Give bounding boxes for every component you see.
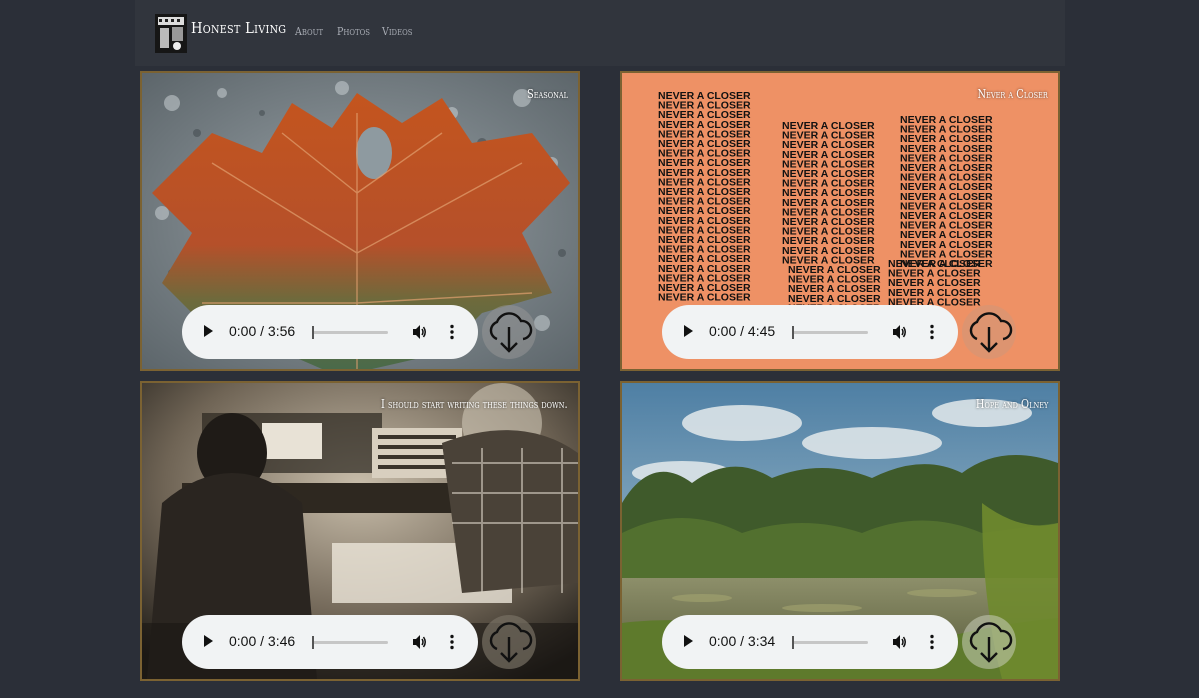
progress-thumb[interactable] (312, 326, 314, 339)
cloud-download-icon (489, 312, 533, 353)
play-icon[interactable] (204, 325, 213, 337)
audio-player[interactable]: 0:00 / 3:46 (182, 615, 478, 669)
more-options-icon[interactable] (448, 324, 456, 340)
track-title: Hope and Olney (975, 397, 1048, 411)
track-card-writing-things-down: I should start writing these things down… (140, 381, 580, 681)
more-options-icon[interactable] (448, 634, 456, 650)
audio-player[interactable]: 0:00 / 3:34 (662, 615, 958, 669)
more-options-icon[interactable] (928, 634, 936, 650)
progress-thumb[interactable] (792, 326, 794, 339)
time-display: 0:00 / 3:46 (229, 633, 296, 649)
cloud-download-icon (969, 622, 1013, 663)
cloud-download-icon (969, 312, 1013, 353)
track-title: Never a Closer (977, 87, 1048, 101)
time-display: 0:00 / 3:56 (229, 323, 296, 339)
time-display: 0:00 / 3:34 (709, 633, 776, 649)
volume-icon[interactable] (892, 324, 908, 340)
progress-slider[interactable] (792, 331, 868, 334)
volume-icon[interactable] (412, 324, 428, 340)
track-title: Seasonal (527, 87, 568, 101)
track-title: I should start writing these things down… (381, 397, 568, 411)
volume-icon[interactable] (892, 634, 908, 650)
cover-text-line: NEVER A CLOSER (658, 292, 751, 304)
audio-player[interactable]: 0:00 / 3:56 (182, 305, 478, 359)
navbar: Honest Living About Photos Videos (135, 0, 1065, 66)
band-logo-icon[interactable] (155, 14, 187, 53)
nav-link-about[interactable]: About (295, 25, 323, 38)
progress-slider[interactable] (312, 331, 388, 334)
play-icon[interactable] (684, 325, 693, 337)
download-button[interactable] (482, 615, 536, 669)
download-button[interactable] (482, 305, 536, 359)
nav-link-photos[interactable]: Photos (337, 25, 370, 38)
track-card-never-a-closer: NEVER A CLOSER NEVER A CLOSER NEVER A CLOS… (620, 71, 1060, 371)
progress-slider[interactable] (792, 641, 868, 644)
volume-icon[interactable] (412, 634, 428, 650)
audio-player[interactable]: 0:00 / 4:45 (662, 305, 958, 359)
progress-slider[interactable] (312, 641, 388, 644)
track-card-hope-and-olney: Hope and Olney 0:00 / 3:34 (620, 381, 1060, 681)
cloud-download-icon (489, 622, 533, 663)
download-button[interactable] (962, 615, 1016, 669)
nav-link-videos[interactable]: Videos (382, 25, 412, 38)
progress-thumb[interactable] (312, 636, 314, 649)
brand-name[interactable]: Honest Living (191, 19, 286, 37)
track-card-seasonal: Seasonal 0:00 / 3:56 (140, 71, 580, 371)
play-icon[interactable] (684, 635, 693, 647)
play-icon[interactable] (204, 635, 213, 647)
download-button[interactable] (962, 305, 1016, 359)
more-options-icon[interactable] (928, 324, 936, 340)
progress-thumb[interactable] (792, 636, 794, 649)
time-display: 0:00 / 4:45 (709, 323, 776, 339)
